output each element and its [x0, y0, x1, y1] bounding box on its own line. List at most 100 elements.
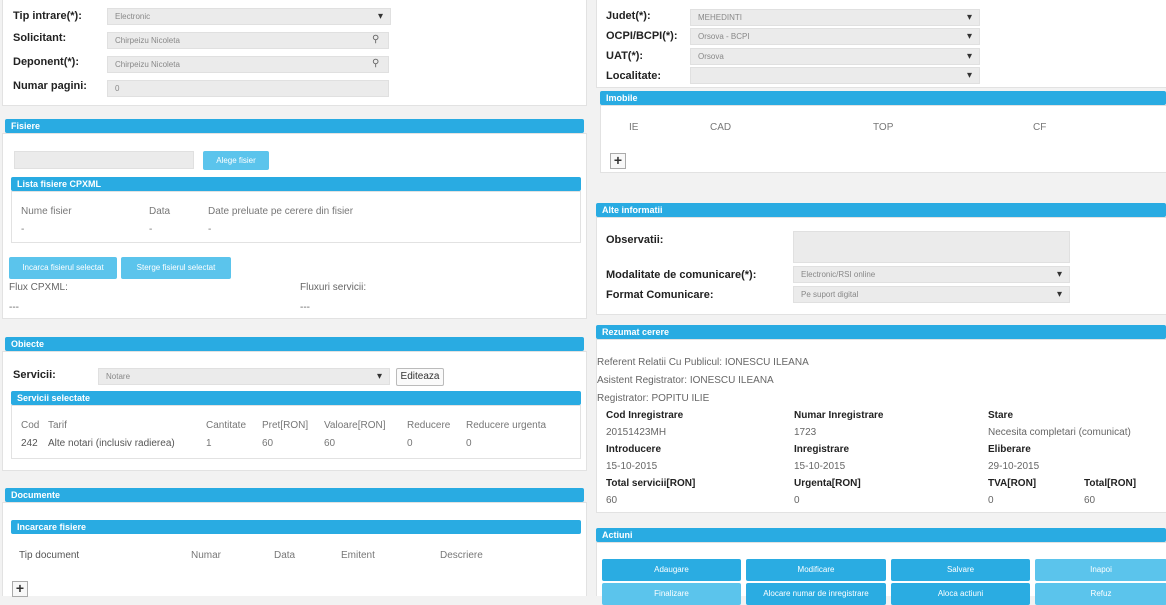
column-header: Cantitate [206, 420, 247, 431]
ocpi-select[interactable]: Orsova - BCPI [690, 28, 980, 45]
table-cell: 60 [324, 438, 336, 449]
load-selected-file-button[interactable]: Incarca fisierul selectat [9, 257, 117, 279]
table-cell: - [149, 224, 153, 235]
choose-file-button[interactable]: Alege fisier [203, 151, 269, 170]
column-header: Data [274, 550, 296, 561]
table-cell: 242 [21, 438, 38, 449]
numar-inregistrare-label: Numar Inregistrare [794, 410, 884, 421]
inregistrare-value: 15-10-2015 [794, 461, 846, 472]
request-info-panel: Tip intrare(*): Electronic Solicitant: C… [2, 0, 587, 106]
uat-select[interactable]: Orsova [690, 48, 980, 65]
imobile-header: Imobile [600, 91, 1166, 105]
judet-label: Judet(*): [606, 10, 651, 22]
solicitant-label: Solicitant: [13, 32, 67, 44]
search-icon[interactable]: ⚲ [372, 58, 379, 69]
servicii-select[interactable]: Notare [98, 368, 390, 385]
servicii-selectate-table: Cod Tarif Cantitate Pret[RON] Valoare[RO… [11, 405, 581, 459]
alte-informatii-header: Alte informatii [596, 203, 1166, 217]
tva-value: 0 [988, 495, 994, 506]
eliberare-value: 29-10-2015 [988, 461, 1040, 472]
table-cell: 0 [407, 438, 413, 449]
column-header: Nume fisier [21, 206, 72, 217]
column-header: Data [149, 206, 171, 217]
cod-inregistrare-value: 20151423MH [606, 427, 667, 438]
delete-selected-file-button[interactable]: Sterge fisierul selectat [121, 257, 231, 279]
table-cell: 0 [466, 438, 472, 449]
salvare-button[interactable]: Salvare [891, 559, 1030, 581]
ocpi-label: OCPI/BCPI(*): [606, 30, 678, 42]
obiecte-header: Obiecte [5, 337, 584, 351]
documente-header: Documente [5, 488, 584, 502]
incarcare-fisiere-header: Incarcare fisiere [11, 520, 581, 534]
column-header: Reducere urgenta [466, 420, 547, 431]
column-header: Descriere [440, 550, 483, 561]
add-document-button[interactable]: + [12, 581, 28, 597]
column-header: IE [629, 122, 639, 133]
column-header: TOP [873, 122, 894, 133]
adaugare-button[interactable]: Adaugare [602, 559, 741, 581]
actiuni-panel: Adaugare Modificare Salvare Inapoi Final… [596, 542, 1166, 605]
modificare-button[interactable]: Modificare [746, 559, 886, 581]
location-panel: Judet(*): MEHEDINTI OCPI/BCPI(*): Orsova… [596, 0, 1166, 88]
column-header: Emitent [341, 550, 375, 561]
file-name-input [14, 151, 194, 169]
flux-cpxml-label: Flux CPXML: [9, 282, 68, 293]
fisiere-panel: Alege fisier Lista fisiere CPXML Nume fi… [2, 133, 587, 319]
lista-fisiere-table: Nume fisier Data Date preluate pe cerere… [11, 191, 581, 243]
stare-value: Necesita completari (comunicat) [988, 427, 1131, 438]
lista-fisiere-header: Lista fisiere CPXML [11, 177, 581, 191]
column-header: Numar [191, 550, 222, 561]
fisiere-header: Fisiere [5, 119, 584, 133]
total-servicii-value: 60 [606, 495, 618, 506]
cod-inregistrare-label: Cod Inregistrare [606, 410, 684, 421]
edit-button[interactable]: Editeaza [396, 368, 444, 386]
registrator-text: Registrator: POPITU ILIE [597, 393, 710, 404]
numar-inregistrare-value: 1723 [794, 427, 817, 438]
obiecte-panel: Servicii: Notare Editeaza Servicii selec… [2, 351, 587, 471]
solicitant-input[interactable]: Chirpeizu Nicoleta [107, 32, 389, 49]
table-cell: 60 [262, 438, 274, 449]
urgenta-value: 0 [794, 495, 800, 506]
fluxuri-servicii-value: --- [300, 302, 310, 313]
finalizare-button[interactable]: Finalizare [602, 583, 741, 605]
numar-pagini-input[interactable]: 0 [107, 80, 389, 97]
column-header: Pret[RON] [262, 420, 309, 431]
tva-label: TVA[RON] [988, 478, 1037, 489]
introducere-label: Introducere [606, 444, 662, 455]
observatii-label: Observatii: [606, 234, 664, 246]
tip-intrare-select[interactable]: Electronic [107, 8, 391, 25]
fluxuri-servicii-label: Fluxuri servicii: [300, 282, 367, 293]
column-header: CAD [710, 122, 732, 133]
asistent-text: Asistent Registrator: IONESCU ILEANA [597, 375, 774, 386]
column-header: Date preluate pe cerere din fisier [208, 206, 354, 217]
numar-pagini-label: Numar pagini: [13, 80, 87, 92]
inapoi-button[interactable]: Inapoi [1035, 559, 1166, 581]
localitate-label: Localitate: [606, 70, 662, 82]
modalitate-select[interactable]: Electronic/RSI online [793, 266, 1070, 283]
aloca-actiuni-button[interactable]: Aloca actiuni [891, 583, 1030, 605]
column-header: Tip document [19, 550, 80, 561]
format-select[interactable]: Pe suport digital [793, 286, 1070, 303]
alocare-numar-button[interactable]: Alocare numar de inregistrare [746, 583, 886, 605]
localitate-select[interactable] [690, 67, 980, 84]
refuz-button[interactable]: Refuz [1035, 583, 1166, 605]
flux-cpxml-value: --- [9, 302, 19, 313]
table-cell: - [208, 224, 212, 235]
uat-label: UAT(*): [606, 50, 644, 62]
observatii-textarea[interactable] [793, 231, 1070, 263]
column-header: Valoare[RON] [324, 420, 386, 431]
imobile-panel: IE CAD TOP CF + [600, 105, 1166, 173]
actiuni-header: Actiuni [596, 528, 1166, 542]
judet-select[interactable]: MEHEDINTI [690, 9, 980, 26]
rezumat-header: Rezumat cerere [596, 325, 1166, 339]
introducere-value: 15-10-2015 [606, 461, 658, 472]
column-header: Cod [21, 420, 40, 431]
modalitate-label: Modalitate de comunicare(*): [606, 269, 757, 281]
deponent-label: Deponent(*): [13, 56, 79, 68]
search-icon[interactable]: ⚲ [372, 34, 379, 45]
table-cell: Alte notari (inclusiv radierea) [48, 438, 175, 449]
total-value: 60 [1084, 495, 1096, 506]
deponent-input[interactable]: Chirpeizu Nicoleta [107, 56, 389, 73]
alte-informatii-panel: Observatii: Modalitate de comunicare(*):… [596, 217, 1166, 315]
add-imobil-button[interactable]: + [610, 153, 626, 169]
